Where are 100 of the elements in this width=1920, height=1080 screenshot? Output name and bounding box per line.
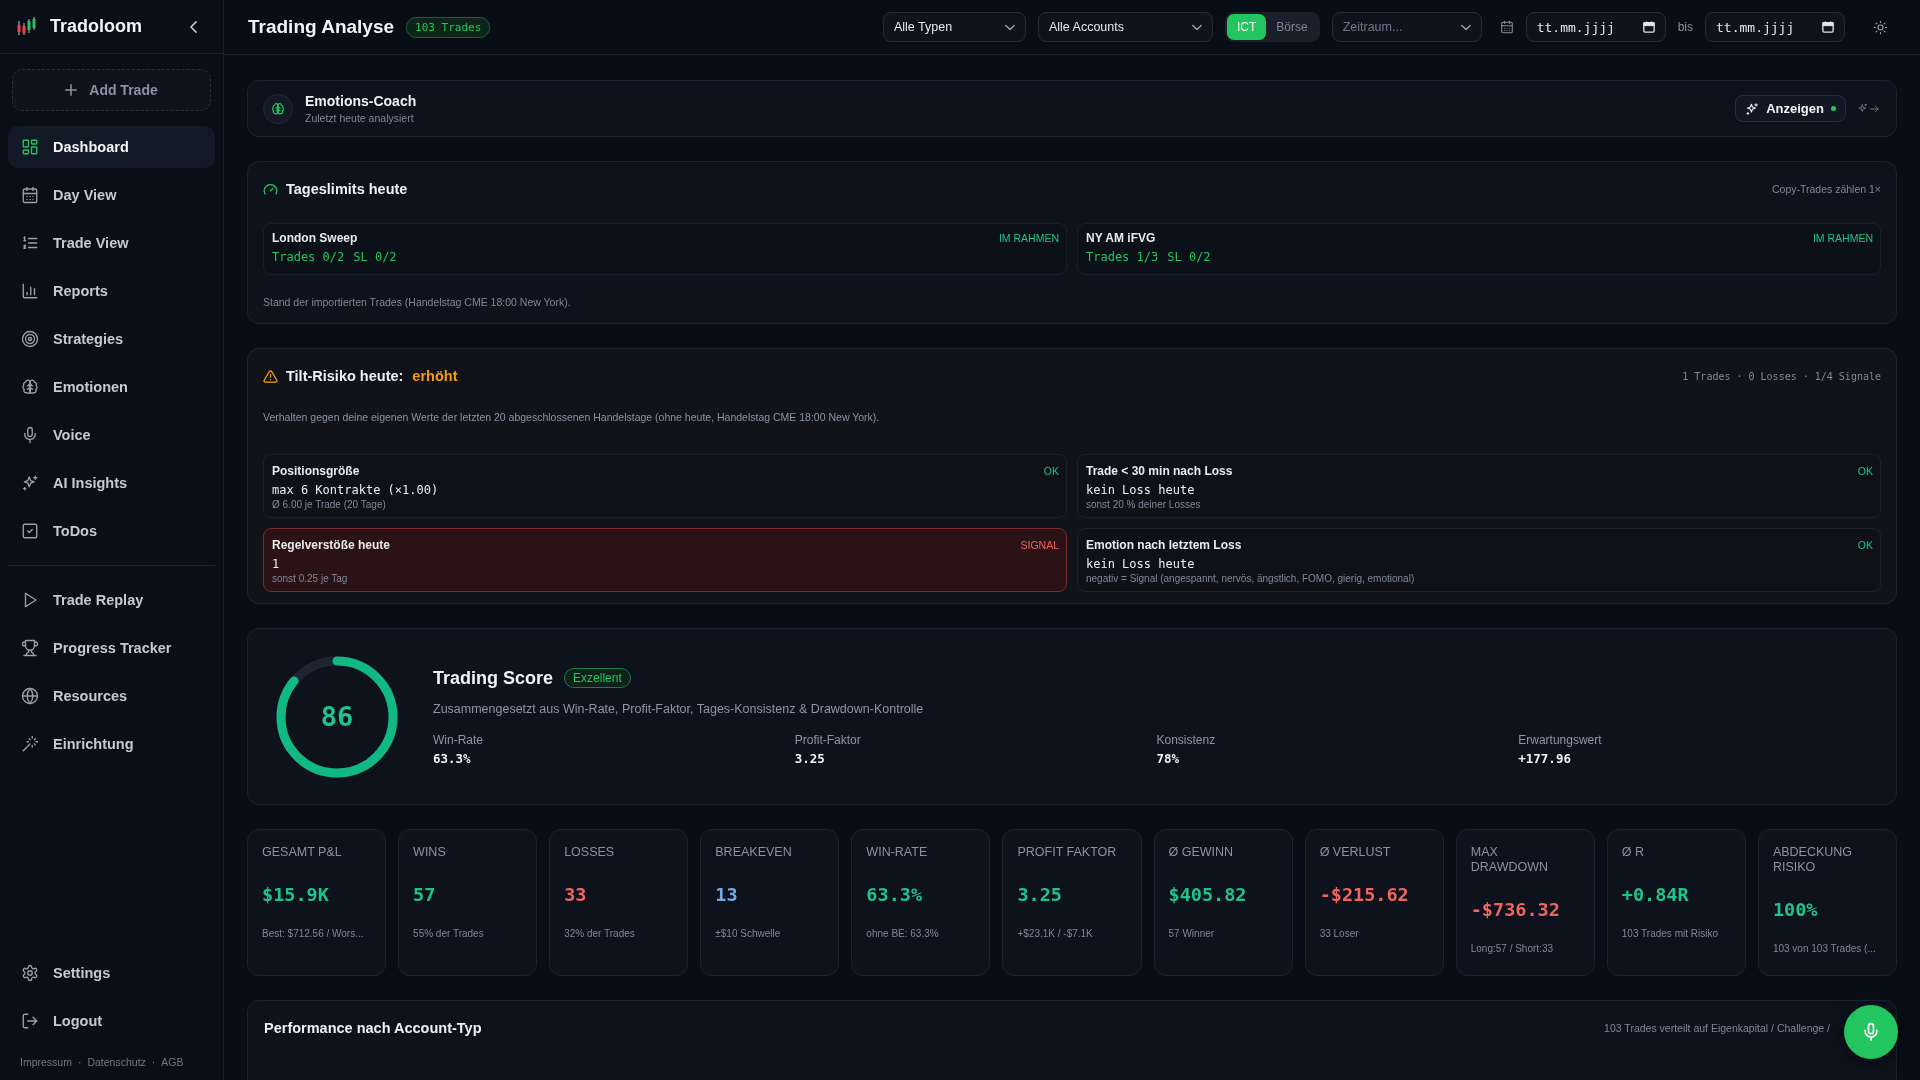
- chevron-down-icon: [1004, 23, 1015, 31]
- limit-status: IM RAHMEN: [998, 232, 1059, 244]
- stat-label: ABDECKUNG RISIKO: [1772, 845, 1854, 875]
- microphone-icon: [1861, 1022, 1881, 1042]
- grid-icon: [21, 138, 39, 156]
- metric-label: Konsistenz: [1156, 732, 1217, 747]
- stat-label: GESAMT P&L: [262, 845, 343, 860]
- trophy-icon: [21, 639, 39, 657]
- check-value: kein Loss heute: [1086, 483, 1196, 497]
- strategy-name: London Sweep: [272, 231, 358, 245]
- brain-icon: [263, 93, 293, 124]
- nav-item[interactable]: Day View: [8, 174, 215, 216]
- metric-label: Win-Rate: [433, 732, 484, 747]
- nav-item[interactable]: AI Insights: [8, 462, 215, 504]
- check-detail: sonst 0.25 je Tag: [272, 573, 349, 584]
- metric-label: Erwartungswert: [1518, 732, 1603, 747]
- check-status: SIGNAL: [1020, 539, 1059, 551]
- coach-subtitle: Zuletzt heute analysiert: [305, 112, 415, 124]
- date-range-label: bis: [1677, 20, 1693, 34]
- magic-wand-icon: [21, 735, 39, 753]
- card-title: Tageslimits heute: [286, 181, 408, 197]
- stat-value: +0.84R: [1621, 884, 1690, 905]
- nav-item[interactable]: Trade Replay: [8, 579, 215, 621]
- stat-value: 13: [715, 884, 739, 905]
- nav-item[interactable]: Emotionen: [8, 366, 215, 408]
- show-button[interactable]: Anzeigen: [1735, 95, 1846, 122]
- date-field[interactable]: tt.mm.jjjj: [1705, 12, 1845, 42]
- footer-link[interactable]: AGB: [161, 1056, 184, 1069]
- card-note: Copy-Trades zählen 1×: [1771, 183, 1881, 195]
- tilt-summary: 1 Trades · 0 Losses · 1/4 Signale: [1682, 370, 1881, 382]
- calendar-icon[interactable]: [1822, 21, 1834, 33]
- score-title: Trading Score: [433, 667, 554, 689]
- sun-icon[interactable]: [1873, 19, 1888, 35]
- stat-note: 103 Trades mit Risiko: [1621, 928, 1719, 939]
- chevron-left-icon[interactable]: [190, 20, 197, 33]
- metric-value: 78%: [1156, 750, 1181, 766]
- nav-item[interactable]: Logout: [8, 1000, 215, 1042]
- nav-item[interactable]: Dashboard: [8, 126, 215, 168]
- stat-value: 3.25: [1017, 884, 1063, 905]
- calendar-icon[interactable]: [1642, 21, 1655, 33]
- stat-value: 63.3%: [866, 884, 924, 905]
- stat-label: WINS: [413, 845, 447, 860]
- market-toggle-option[interactable]: Börse: [1266, 14, 1318, 40]
- calendar-icon: [1499, 20, 1514, 34]
- nav-item[interactable]: ToDos: [8, 510, 215, 552]
- footer-link[interactable]: Datenschutz: [87, 1056, 146, 1069]
- sparkle-arrow-icon[interactable]: [1858, 103, 1880, 114]
- stat-label: MAX DRAWDOWN: [1470, 845, 1550, 875]
- check-name: Trade < 30 min nach Loss: [1086, 464, 1233, 478]
- check-status: OK: [1857, 465, 1873, 477]
- stat-label: PROFIT FAKTOR: [1017, 845, 1118, 860]
- stat-label: Ø GEWINN: [1168, 845, 1235, 860]
- type-select[interactable]: Alle Typen: [882, 12, 1026, 42]
- stat-label: Ø R: [1621, 845, 1646, 860]
- nav-item[interactable]: Trade View: [8, 222, 215, 264]
- nav-item[interactable]: Reports: [8, 270, 215, 312]
- nav-item[interactable]: Progress Tracker: [8, 627, 215, 669]
- trade-count-badge: 103 Trades: [406, 16, 491, 38]
- card-title: Performance nach Account-Typ: [264, 1020, 482, 1036]
- bar-chart-icon: [21, 282, 39, 300]
- check-value: max 6 Kontrakte (×1.00): [272, 483, 440, 497]
- nav-item[interactable]: Strategies: [8, 318, 215, 360]
- status-dot-icon: [1831, 106, 1836, 111]
- period-select[interactable]: Zeitraum...: [1331, 12, 1482, 42]
- brand-name: Tradoloom: [50, 16, 142, 37]
- metric-value: 3.25: [794, 750, 826, 766]
- calendar-icon: [21, 186, 39, 204]
- stat-value: $15.9K: [262, 884, 330, 905]
- plus-icon: [65, 84, 78, 96]
- card-title: Tilt-Risiko heute:: [286, 368, 404, 384]
- warning-icon: [263, 368, 278, 384]
- nav-item[interactable]: Settings: [8, 952, 215, 994]
- stat-label: WIN-RATE: [866, 845, 929, 860]
- stat-note: Best: $712.56 / Wors...: [262, 928, 365, 939]
- risk-level: erhöht: [412, 368, 458, 384]
- add-trade-button[interactable]: Add Trade: [12, 69, 211, 111]
- stat-note: ohne BE: 63.3%: [866, 928, 940, 939]
- gauge-icon: [263, 181, 278, 197]
- stop-loss-count: SL 0/2: [353, 250, 397, 264]
- stat-note: +$23.1K / -$7.1K: [1017, 928, 1094, 939]
- nav-item[interactable]: Resources: [8, 675, 215, 717]
- nav-item[interactable]: Voice: [8, 414, 215, 456]
- microphone-icon: [21, 426, 39, 444]
- date-field[interactable]: tt.mm.jjjj: [1525, 12, 1666, 42]
- stat-value: 57: [413, 884, 437, 905]
- stat-value: -$736.32: [1470, 899, 1561, 920]
- logout-icon: [21, 1012, 39, 1030]
- account-select[interactable]: Alle Accounts: [1037, 12, 1213, 42]
- coach-title: Emotions-Coach: [305, 93, 417, 109]
- nav-item[interactable]: Einrichtung: [8, 723, 215, 765]
- checkbox-icon: [21, 522, 39, 540]
- trades-count: Trades 1/3: [1086, 250, 1159, 264]
- check-status: OK: [1857, 539, 1873, 551]
- separator-dot: ·: [151, 1056, 156, 1069]
- stat-value: -$215.62: [1319, 884, 1410, 905]
- stat-note: Long:57 / Short:33: [1470, 943, 1554, 954]
- check-name: Regelverstöße heute: [272, 538, 391, 552]
- stat-note: 103 von 103 Trades (...: [1772, 943, 1877, 954]
- check-name: Emotion nach letztem Loss: [1086, 538, 1242, 552]
- footer-link[interactable]: Impressum: [20, 1056, 72, 1069]
